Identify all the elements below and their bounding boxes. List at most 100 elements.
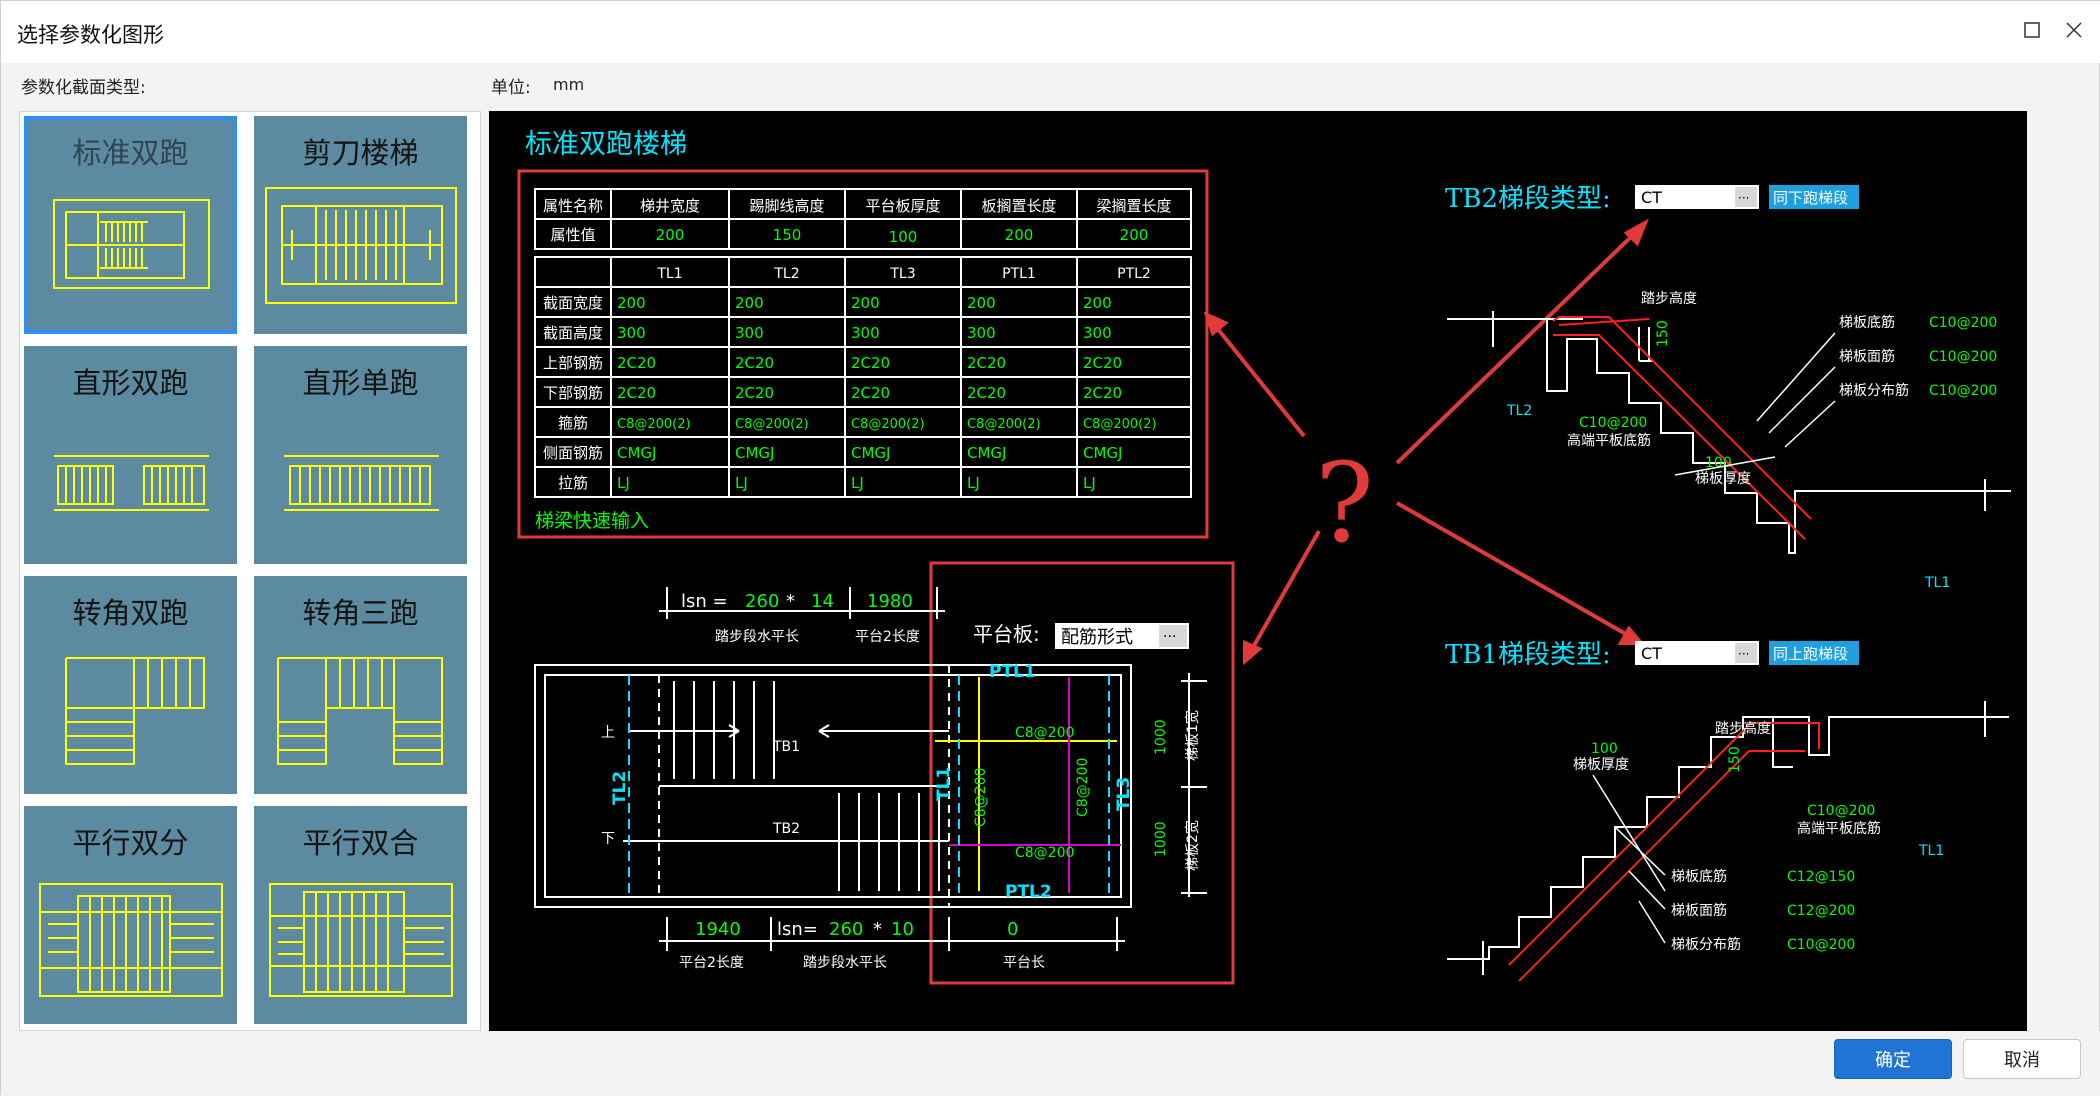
more-icon: ···	[1738, 647, 1749, 661]
beam-cell[interactable]: CMGJ	[967, 444, 1006, 462]
prop-header-4: 板搁置长度	[981, 197, 1056, 215]
tb1-tl1-label: TL1	[1918, 843, 1944, 859]
beam-cell[interactable]: 300	[1083, 324, 1112, 342]
prop-value-2[interactable]: 150	[773, 226, 802, 244]
beam-cell[interactable]: 300	[967, 324, 996, 342]
platform-rebar-bottom[interactable]: C8@200	[1015, 845, 1074, 861]
tb2-top-rebar[interactable]: C10@200	[1929, 349, 1997, 365]
card-scissor-stair[interactable]: 剪刀楼梯	[254, 116, 467, 334]
cancel-button[interactable]: 取消	[1963, 1039, 2081, 1079]
tb2-step-height-value[interactable]: 150	[1655, 320, 1671, 347]
beam-cell[interactable]: CMGJ	[851, 444, 890, 462]
beam-cell[interactable]: 300	[617, 324, 646, 342]
beam-cell[interactable]: LJ	[617, 474, 630, 492]
beam-cell[interactable]: 2C20	[1083, 384, 1122, 402]
beam-cell[interactable]: C8@200(2)	[735, 417, 809, 432]
beam-cell[interactable]: 200	[967, 294, 996, 312]
beam-cell[interactable]: 300	[851, 324, 880, 342]
maximize-icon[interactable]	[2017, 15, 2047, 45]
beam-cell[interactable]: 2C20	[1083, 354, 1122, 372]
bottom-platform-length[interactable]: 1940	[695, 919, 741, 940]
prop-value-4[interactable]: 200	[1005, 226, 1034, 244]
beam-cell[interactable]: LJ	[735, 474, 748, 492]
dialog-footer	[1, 1031, 2100, 1096]
lsn1-step-count[interactable]: 14	[811, 591, 834, 612]
tb2-label: TB2	[772, 821, 800, 837]
platform-rebar-top[interactable]: C8@200	[1015, 725, 1074, 741]
card-straight-single-run[interactable]: 直形单跑	[254, 346, 467, 564]
tb2-end-rebar[interactable]: C10@200	[1579, 415, 1647, 431]
lsn2-step-count[interactable]: 10	[891, 919, 914, 940]
lsn1-tread-width[interactable]: 260	[745, 591, 779, 612]
tb1-bottom-rebar[interactable]: C12@150	[1787, 869, 1855, 885]
tb1-label: TB1	[772, 739, 800, 755]
platform-rebar-right[interactable]: C8@200	[1075, 758, 1091, 817]
tb1-top-rebar[interactable]: C12@200	[1787, 903, 1855, 919]
beam-cell[interactable]: C8@200(2)	[967, 417, 1041, 432]
beam-row-label: 截面高度	[543, 324, 603, 342]
beam-cell[interactable]: C8@200(2)	[851, 417, 925, 432]
tb2-tl1-label: TL1	[1924, 575, 1950, 591]
run1-width-label: 梯板1宽	[1184, 710, 1201, 761]
card-label: 直形单跑	[302, 366, 419, 400]
platform-rebar-left[interactable]: C8@200	[973, 768, 989, 827]
straight-single-run-icon	[284, 455, 439, 511]
tb1-end-rebar[interactable]: C10@200	[1807, 803, 1875, 819]
beam-cell[interactable]: 2C20	[735, 354, 774, 372]
close-icon[interactable]	[2059, 15, 2089, 45]
beam-row-label: 拉筋	[558, 474, 588, 492]
card-straight-double-run[interactable]: 直形双跑	[24, 346, 237, 564]
ok-button[interactable]: 确定	[1834, 1039, 1952, 1079]
card-corner-double-run[interactable]: 转角双跑	[24, 576, 237, 794]
lsn2-prefix: lsn=	[777, 919, 818, 940]
beam-cell[interactable]: 200	[735, 294, 764, 312]
quick-input-link[interactable]: 梯梁快速输入	[535, 510, 649, 532]
beam-cell[interactable]: 300	[735, 324, 764, 342]
beam-cell[interactable]: C8@200(2)	[617, 417, 691, 432]
beam-row-label: 侧面钢筋	[543, 444, 603, 462]
beam-cell[interactable]: 2C20	[617, 354, 656, 372]
prop-value-1[interactable]: 200	[656, 226, 685, 244]
beam-cell[interactable]: CMGJ	[735, 444, 774, 462]
card-label: 转角双跑	[72, 596, 189, 630]
beam-cell[interactable]: LJ	[851, 474, 864, 492]
dialog-window: 选择参数化图形 参数化截面类型: 单位: mm 标准双跑 剪刀楼梯 直形双跑 直…	[0, 0, 2100, 1096]
tb1-thickness[interactable]: 100	[1591, 741, 1618, 757]
beam-cell[interactable]: 2C20	[851, 354, 890, 372]
card-parallel-merge[interactable]: 平行双合	[254, 806, 467, 1024]
card-standard-double-run[interactable]: 标准双跑	[24, 116, 237, 334]
tb2-dist-rebar[interactable]: C10@200	[1929, 383, 1997, 399]
tb2-thickness-label: 梯板厚度	[1695, 471, 1751, 487]
bottom-tread-length-label: 踏步段水平长	[803, 955, 887, 971]
beam-cell[interactable]: C8@200(2)	[1083, 417, 1157, 432]
tb1-step-height-value[interactable]: 150	[1727, 746, 1743, 773]
run2-width[interactable]: 1000	[1153, 821, 1169, 857]
lsn1-op: *	[786, 591, 795, 612]
beam-cell[interactable]: 2C20	[851, 384, 890, 402]
beam-cell[interactable]: LJ	[1083, 474, 1096, 492]
run1-width[interactable]: 1000	[1153, 719, 1169, 755]
tb1-dist-rebar[interactable]: C10@200	[1787, 937, 1855, 953]
tb2-bottom-rebar-label: 梯板底筋	[1839, 314, 1895, 331]
prop-value-5[interactable]: 200	[1120, 226, 1149, 244]
bottom-platform2-length-label: 平台2长度	[679, 955, 744, 971]
beam-cell[interactable]: LJ	[967, 474, 980, 492]
beam-cell[interactable]: 2C20	[967, 384, 1006, 402]
top-platform-length[interactable]: 1980	[867, 591, 913, 612]
beam-cell[interactable]: 200	[617, 294, 646, 312]
beam-cell[interactable]: 2C20	[735, 384, 774, 402]
corner-triple-run-icon	[277, 657, 443, 765]
platform-length[interactable]: 0	[1007, 919, 1018, 940]
lsn2-tread-width[interactable]: 260	[829, 919, 863, 940]
card-corner-triple-run[interactable]: 转角三跑	[254, 576, 467, 794]
prop-value-3[interactable]: 100	[889, 228, 918, 246]
beam-cell[interactable]: 2C20	[967, 354, 1006, 372]
beam-cell[interactable]: CMGJ	[1083, 444, 1122, 462]
card-parallel-split[interactable]: 平行双分	[24, 806, 237, 1024]
beam-cell[interactable]: 200	[851, 294, 880, 312]
tb2-bottom-rebar[interactable]: C10@200	[1929, 315, 1997, 331]
beam-cell[interactable]: 200	[1083, 294, 1112, 312]
beam-cell[interactable]: 2C20	[617, 384, 656, 402]
unit-label: 单位:	[491, 78, 531, 98]
beam-cell[interactable]: CMGJ	[617, 444, 656, 462]
